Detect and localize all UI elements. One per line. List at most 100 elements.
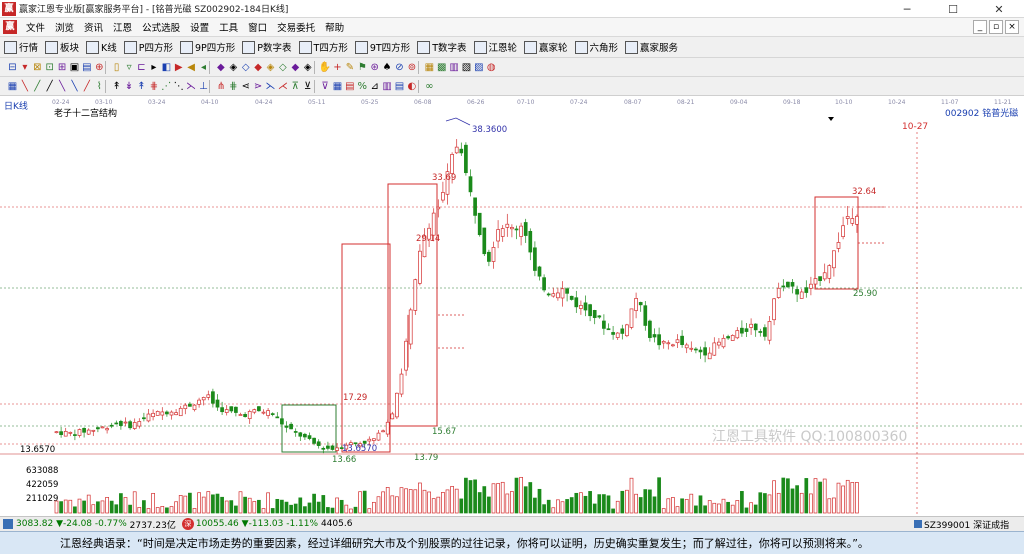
toolbar3-tool-28-icon[interactable]: ⊿: [368, 80, 381, 93]
toolbar2-tool-31-icon[interactable]: ⊚: [405, 61, 418, 74]
toolbar2-tool-24-icon[interactable]: ✋: [319, 61, 332, 74]
kline-chart-area[interactable]: 02-24 03-10 03-24 04-10 04-24 05-11 05-25 06-08…: [0, 96, 1024, 516]
toolbar3-tool-17-icon[interactable]: ⋕: [227, 80, 240, 93]
toolbar2-tool-29-icon[interactable]: ♠: [381, 61, 394, 74]
toolbar3-tool-4-icon[interactable]: ╲: [56, 80, 69, 93]
toolbar3-tool-15-icon[interactable]: ⊥: [197, 80, 210, 93]
toolbar3-tool-27-icon[interactable]: %: [356, 80, 369, 93]
menu-news[interactable]: 资讯: [79, 20, 108, 34]
toolbar-item-0[interactable]: 行情: [4, 40, 38, 54]
menu-help[interactable]: 帮助: [320, 20, 349, 34]
toolbar2-tool-14-icon[interactable]: ◀: [185, 61, 198, 74]
toolbar3-tool-22-icon[interactable]: ⊼: [289, 80, 302, 93]
toolbar-item-6[interactable]: T四方形: [298, 40, 348, 54]
maximize-button[interactable]: ☐: [930, 0, 976, 18]
toolbar2-tool-9-icon[interactable]: ▿: [123, 61, 136, 74]
kline-chart[interactable]: 02-24 03-10 03-24 04-10 04-24 05-11 05-25 06-08…: [0, 96, 1024, 516]
toolbar3-tool-30-icon[interactable]: ▤: [393, 80, 406, 93]
toolbar3-tool-3-icon[interactable]: ╱: [43, 80, 56, 93]
menu-browse[interactable]: 浏览: [50, 20, 79, 34]
toolbar-item-11[interactable]: 六角形: [574, 40, 618, 54]
menu-settings[interactable]: 设置: [185, 20, 214, 34]
toolbar2-tool-23-icon[interactable]: ◈: [301, 61, 314, 74]
toolbar3-tool-16-icon[interactable]: ⋔: [214, 80, 227, 93]
toolbar3-tool-6-icon[interactable]: ╱: [80, 80, 93, 93]
toolbar2-tool-22-icon[interactable]: ◆: [289, 61, 302, 74]
toolbar3-tool-11-icon[interactable]: ⋕: [147, 80, 160, 93]
toolbar2-tool-12-icon[interactable]: ◧: [160, 61, 173, 74]
toolbar3-tool-9-icon[interactable]: ↡: [123, 80, 136, 93]
toolbar2-tool-15-icon[interactable]: ◂: [197, 61, 210, 74]
toolbar3-tool-18-icon[interactable]: ⋖: [239, 80, 252, 93]
toolbar3-tool-5-icon[interactable]: ╲: [68, 80, 81, 93]
toolbar2-tool-0-icon[interactable]: ⊟: [6, 61, 19, 74]
menu-formula[interactable]: 公式选股: [137, 20, 185, 34]
toolbar2-tool-35-icon[interactable]: ▧: [460, 61, 473, 74]
sh-index-group[interactable]: 3083.82 ▼-24.08 -0.77% 2737.23亿: [0, 518, 176, 531]
toolbar2-tool-11-icon[interactable]: ▸: [147, 61, 160, 74]
toolbar2-tool-2-icon[interactable]: ⊠: [31, 61, 44, 74]
toolbar-item-4[interactable]: 9P四方形: [180, 40, 235, 54]
toolbar-item-1[interactable]: 板块: [45, 40, 79, 54]
toolbar2-tool-8-icon[interactable]: ▯: [110, 61, 123, 74]
toolbar2-tool-34-icon[interactable]: ▥: [448, 61, 461, 74]
toolbar2-tool-28-icon[interactable]: ⊛: [368, 61, 381, 74]
toolbar3-tool-19-icon[interactable]: ⋗: [252, 80, 265, 93]
toolbar-item-9[interactable]: 江恩轮: [473, 40, 517, 54]
toolbar2-tool-30-icon[interactable]: ⊘: [393, 61, 406, 74]
toolbar2-tool-4-icon[interactable]: ⊞: [56, 61, 69, 74]
toolbar-item-12[interactable]: 赢家服务: [625, 40, 678, 54]
toolbar3-tool-23-icon[interactable]: ⊻: [301, 80, 314, 93]
right-index-code[interactable]: SZ399001 深证成指: [914, 518, 1009, 531]
toolbar3-tool-24-icon[interactable]: ⊽: [319, 80, 332, 93]
toolbar2-tool-32-icon[interactable]: ▦: [423, 61, 436, 74]
toolbar2-tool-7-icon[interactable]: ⊕: [93, 61, 106, 74]
toolbar3-tool-21-icon[interactable]: ⋌: [276, 80, 289, 93]
toolbar3-tool-20-icon[interactable]: ⋋: [264, 80, 277, 93]
toolbar3-tool-26-icon[interactable]: ▤: [343, 80, 356, 93]
toolbar2-tool-19-icon[interactable]: ◆: [252, 61, 265, 74]
toolbar3-tool-10-icon[interactable]: ↟: [135, 80, 148, 93]
toolbar2-tool-16-icon[interactable]: ◆: [214, 61, 227, 74]
toolbar3-tool-13-icon[interactable]: ⋱: [172, 80, 185, 93]
toolbar-item-5[interactable]: P数字表: [242, 40, 292, 54]
toolbar3-tool-25-icon[interactable]: ▦: [331, 80, 344, 93]
toolbar2-tool-21-icon[interactable]: ◇: [276, 61, 289, 74]
toolbar-item-8[interactable]: T数字表: [417, 40, 467, 54]
menu-file[interactable]: 文件: [21, 20, 50, 34]
menu-tools[interactable]: 工具: [214, 20, 243, 34]
mdi-restore-button[interactable]: ▫: [989, 20, 1003, 34]
menu-gann[interactable]: 江恩: [108, 20, 137, 34]
toolbar2-tool-37-icon[interactable]: ◍: [485, 61, 498, 74]
toolbar3-tool-31-icon[interactable]: ◐: [405, 80, 418, 93]
toolbar2-tool-36-icon[interactable]: ▨: [472, 61, 485, 74]
toolbar2-tool-6-icon[interactable]: ▤: [80, 61, 93, 74]
close-button[interactable]: ✕: [976, 0, 1022, 18]
toolbar3-tool-12-icon[interactable]: ⋰: [160, 80, 173, 93]
toolbar-item-7[interactable]: 9T四方形: [354, 40, 410, 54]
toolbar-item-2[interactable]: K线: [86, 40, 117, 54]
toolbar2-tool-33-icon[interactable]: ▩: [435, 61, 448, 74]
toolbar2-tool-13-icon[interactable]: ▶: [172, 61, 185, 74]
menu-trade[interactable]: 交易委托: [272, 20, 320, 34]
toolbar3-tool-0-icon[interactable]: ▦: [6, 80, 19, 93]
menu-window[interactable]: 窗口: [243, 20, 272, 34]
toolbar-item-10[interactable]: 赢家轮: [524, 40, 568, 54]
toolbar3-tool-1-icon[interactable]: ╲: [18, 80, 31, 93]
toolbar2-tool-25-icon[interactable]: +: [331, 61, 344, 74]
toolbar-item-3[interactable]: P四方形: [123, 40, 173, 54]
toolbar2-tool-3-icon[interactable]: ⊡: [43, 61, 56, 74]
mdi-minimize-button[interactable]: _: [973, 20, 987, 34]
toolbar3-tool-29-icon[interactable]: ▥: [381, 80, 394, 93]
toolbar3-tool-14-icon[interactable]: ⋋: [185, 80, 198, 93]
toolbar2-tool-27-icon[interactable]: ⚑: [356, 61, 369, 74]
toolbar2-tool-20-icon[interactable]: ◈: [264, 61, 277, 74]
toolbar2-tool-1-icon[interactable]: ▾: [18, 61, 31, 74]
toolbar3-tool-32-icon[interactable]: ∞: [423, 80, 436, 93]
toolbar2-tool-17-icon[interactable]: ◈: [227, 61, 240, 74]
sz-index-group[interactable]: 深 10055.46 ▼-113.03 -1.11% 4405.6: [181, 518, 352, 530]
toolbar3-tool-2-icon[interactable]: ╱: [31, 80, 44, 93]
toolbar3-tool-7-icon[interactable]: ⌇: [93, 80, 106, 93]
toolbar2-tool-10-icon[interactable]: ⊏: [135, 61, 148, 74]
minimize-button[interactable]: ─: [884, 0, 930, 18]
